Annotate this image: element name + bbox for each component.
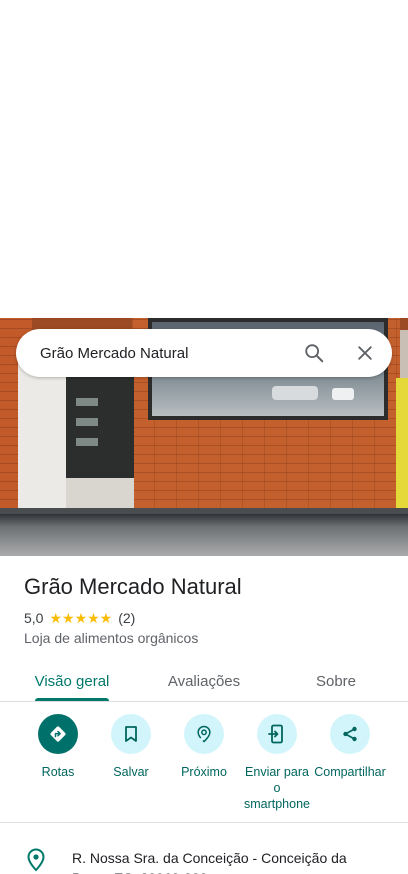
review-count[interactable]: (2) — [118, 610, 135, 626]
action-buttons: Rotas Salvar Próximo Enviar para o smart… — [0, 714, 408, 818]
save-button[interactable]: Salvar — [91, 714, 171, 780]
address-text: R. Nossa Sra. da Conceição - Conceição d… — [72, 850, 347, 874]
place-category[interactable]: Loja de alimentos orgânicos — [24, 630, 198, 646]
star-rating-icon: ★★★★★ — [49, 609, 113, 626]
save-label: Salvar — [113, 765, 149, 779]
directions-icon — [38, 714, 78, 754]
address-row[interactable]: R. Nossa Sra. da Conceição - Conceição d… — [0, 840, 408, 874]
nearby-icon — [184, 714, 224, 754]
place-title: Grão Mercado Natural — [24, 574, 242, 599]
tab-about[interactable]: Sobre — [284, 660, 388, 702]
section-divider — [0, 822, 408, 823]
nearby-label: Próximo — [181, 765, 227, 779]
share-icon — [330, 714, 370, 754]
location-pin-icon — [26, 848, 46, 872]
share-button[interactable]: Compartilhar — [310, 714, 390, 780]
directions-label: Rotas — [41, 765, 75, 779]
bookmark-icon — [111, 714, 151, 754]
tab-bar: Visão geral Avaliações Sobre — [0, 660, 408, 702]
directions-button[interactable]: Rotas — [18, 714, 98, 780]
nearby-button[interactable]: Próximo — [164, 714, 244, 780]
map-area-blank — [0, 0, 408, 318]
active-tab-indicator — [35, 698, 109, 701]
tab-reviews[interactable]: Avaliações — [152, 660, 256, 702]
share-label: Compartilhar — [314, 765, 386, 779]
send-to-phone-label: Enviar para o smartphone — [243, 765, 310, 811]
rating-row[interactable]: 5,0 ★★★★★ (2) — [24, 609, 135, 627]
tab-overview[interactable]: Visão geral — [20, 660, 124, 702]
close-icon[interactable] — [353, 341, 377, 365]
search-icon[interactable] — [302, 341, 326, 365]
search-bar[interactable]: Grão Mercado Natural — [16, 329, 392, 377]
send-to-phone-button[interactable]: Enviar para o smartphone — [237, 714, 317, 812]
send-to-phone-icon — [257, 714, 297, 754]
rating-value: 5,0 — [24, 610, 44, 626]
search-query[interactable]: Grão Mercado Natural — [40, 345, 392, 362]
